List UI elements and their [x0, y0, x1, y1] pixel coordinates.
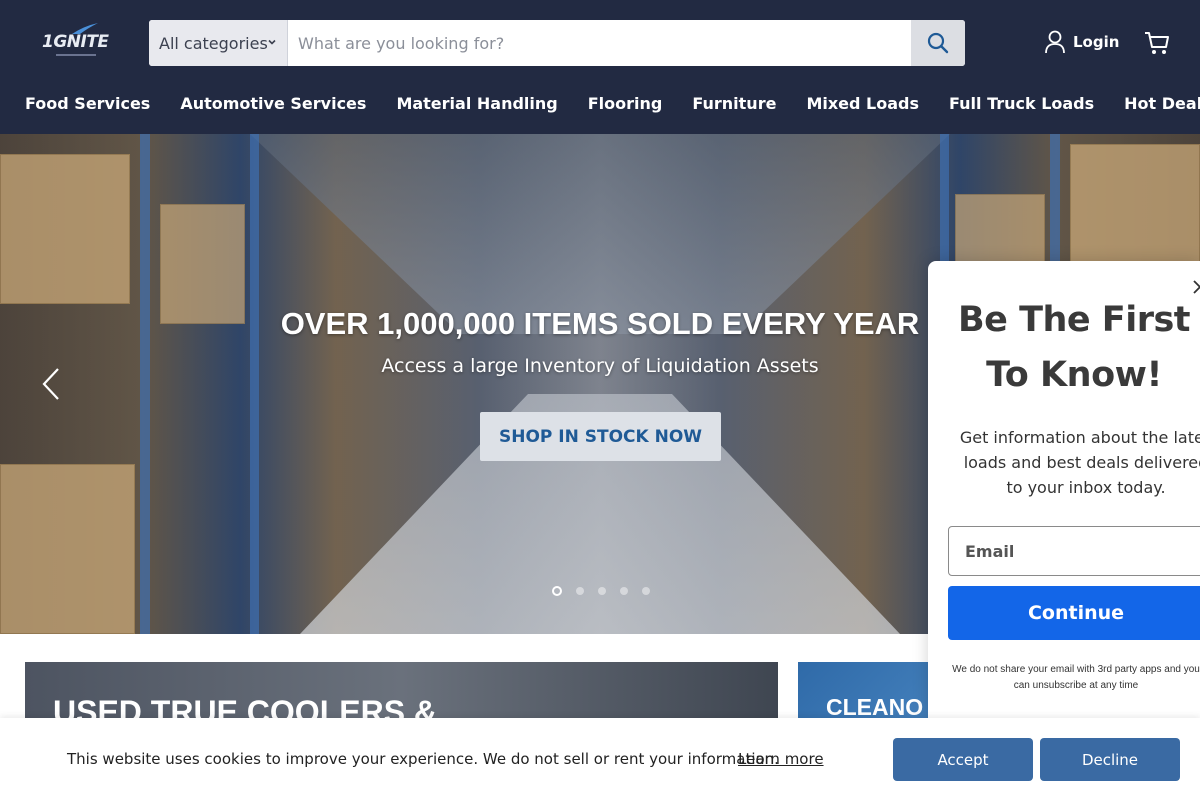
popup-description: Get information about the lates loads an…: [938, 425, 1200, 500]
continue-button[interactable]: Continue: [948, 586, 1200, 640]
nav-item-furniture[interactable]: Furniture: [692, 94, 776, 113]
nav-item-mixed-loads[interactable]: Mixed Loads: [806, 94, 919, 113]
popup-title: Be The First To Know!: [928, 293, 1200, 403]
promo-card-title: CLEANO: [826, 694, 924, 720]
hero-box: [0, 464, 135, 634]
slide-dot-1[interactable]: [552, 586, 562, 596]
nav-item-full-truck-loads[interactable]: Full Truck Loads: [949, 94, 1094, 113]
decline-button[interactable]: Decline: [1040, 738, 1180, 781]
slide-dot-3[interactable]: [598, 587, 606, 595]
brand-logo[interactable]: 1GNITE: [40, 22, 114, 64]
popup-note-line-2: can unsubscribe at any time: [1013, 680, 1139, 691]
hero-background-ceiling: [250, 134, 950, 334]
slide-indicators: [552, 586, 650, 596]
user-icon: [1045, 30, 1065, 54]
popup-title-line-1: Be The First: [957, 300, 1191, 340]
hero-box: [0, 154, 130, 304]
slide-dot-5[interactable]: [642, 587, 650, 595]
newsletter-popup: Be The First To Know! Get information ab…: [928, 261, 1200, 721]
cookie-banner: This website uses cookies to improve you…: [0, 718, 1200, 800]
search-bar: All categories: [149, 20, 965, 66]
logo-tagline: [56, 54, 96, 56]
chevron-down-icon: [268, 39, 276, 45]
logo-text: 1GNITE: [42, 32, 109, 52]
email-field[interactable]: [948, 526, 1200, 576]
popup-text-line-1: Get information about the lates: [959, 428, 1200, 447]
hero-rack: [140, 134, 150, 634]
category-select-value: All categories: [159, 33, 268, 53]
nav-item-flooring[interactable]: Flooring: [588, 94, 663, 113]
popup-note-line-1: We do not share your email with 3rd part…: [952, 664, 1200, 675]
hero-rack: [250, 134, 259, 634]
main-nav: Food Services Automotive Services Materi…: [25, 94, 1200, 113]
nav-item-material-handling[interactable]: Material Handling: [396, 94, 557, 113]
popup-text-line-2: loads and best deals delivered: [963, 453, 1200, 472]
shop-in-stock-button[interactable]: SHOP IN STOCK NOW: [480, 412, 721, 461]
cookie-text: This website uses cookies to improve you…: [67, 750, 779, 768]
learn-more-link[interactable]: Learn more: [738, 750, 824, 768]
chevron-left-icon[interactable]: [40, 366, 62, 402]
popup-text-line-3: to your inbox today.: [1006, 478, 1166, 497]
shopping-cart-icon: [1145, 32, 1169, 54]
login-label: Login: [1073, 33, 1120, 51]
nav-item-hot-deals[interactable]: Hot Deals: [1124, 94, 1200, 113]
site-header: 1GNITE All categories Login: [0, 0, 1200, 134]
search-icon: [927, 32, 949, 54]
nav-item-food-services[interactable]: Food Services: [25, 94, 150, 113]
slide-dot-4[interactable]: [620, 587, 628, 595]
promo-card-coolers[interactable]: USED TRUE COOLERS &: [25, 662, 778, 722]
category-select[interactable]: All categories: [149, 20, 288, 66]
accept-button[interactable]: Accept: [893, 738, 1033, 781]
search-button[interactable]: [911, 20, 965, 66]
popup-title-line-2: To Know!: [986, 355, 1162, 395]
login-link[interactable]: Login: [1045, 30, 1119, 54]
slide-dot-2[interactable]: [576, 587, 584, 595]
popup-privacy-note: We do not share your email with 3rd part…: [946, 662, 1200, 694]
cart-button[interactable]: [1144, 30, 1170, 61]
search-input[interactable]: [288, 20, 911, 66]
nav-item-automotive-services[interactable]: Automotive Services: [180, 94, 366, 113]
